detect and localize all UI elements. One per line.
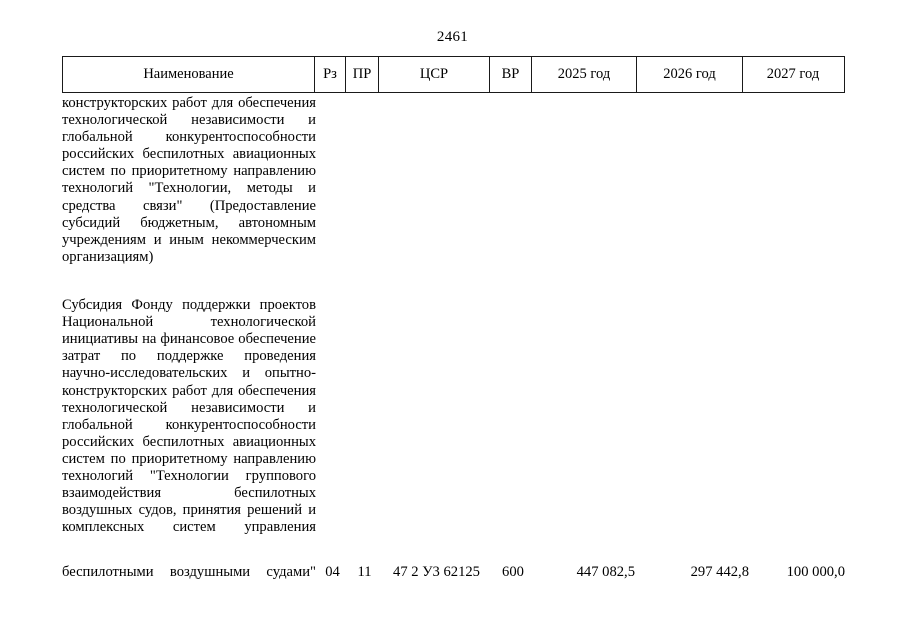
- column-header-year-2026: 2026 год: [637, 57, 743, 92]
- column-header-year-2025: 2025 год: [532, 57, 637, 92]
- row-description-last-line: беспилотными воздушными судами": [62, 564, 316, 580]
- table-header-row: Наименование Рз ПР ЦСР ВР 2025 год 2026 …: [62, 56, 845, 93]
- table-row: беспилотными воздушными судами" 04 11 47…: [62, 564, 845, 582]
- cell-amount-2027: 100 000,0: [786, 564, 845, 580]
- column-header-name: Наименование: [63, 57, 315, 92]
- document-page: 2461 Наименование Рз ПР ЦСР ВР 2025 год …: [0, 0, 905, 640]
- continued-paragraph: конструкторских работ для обеспечения те…: [62, 95, 316, 265]
- cell-amount-2025: 447 082,5: [576, 564, 635, 580]
- cell-pr: 11: [357, 564, 372, 580]
- column-header-pr: ПР: [346, 57, 379, 92]
- column-header-year-2027: 2027 год: [766, 66, 820, 82]
- cell-rz: 04: [325, 564, 340, 580]
- description-column: конструкторских работ для обеспечения те…: [62, 95, 316, 553]
- column-header-rz: Рз: [315, 57, 346, 92]
- cell-csr: 47 2 У3 62125: [393, 564, 480, 580]
- row-description-paragraph: Субсидия Фонду поддержки проектов Национ…: [62, 297, 316, 536]
- column-header-csr: ЦСР: [379, 57, 490, 92]
- column-header-vr: ВР: [490, 57, 532, 92]
- cell-amount-2026: 297 442,8: [690, 564, 749, 580]
- page-number: 2461: [436, 29, 469, 45]
